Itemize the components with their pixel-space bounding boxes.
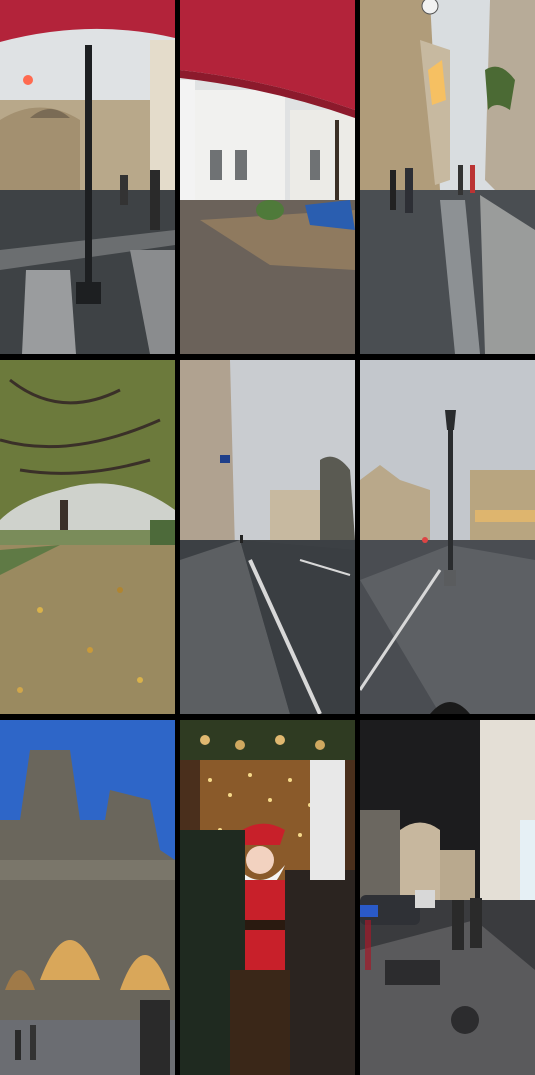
photo-notre-dame[interactable]: [0, 720, 175, 1075]
photo-autumn-park[interactable]: [0, 360, 175, 714]
photo-street-lamp[interactable]: [0, 0, 175, 354]
photo-night-street-image: [360, 720, 535, 1075]
photo-bridge-lamp[interactable]: [360, 360, 535, 714]
photo-courtyard[interactable]: [180, 0, 355, 354]
photo-autumn-park-image: [0, 360, 175, 714]
photo-street-lamp-image: [0, 0, 175, 354]
photo-narrow-street[interactable]: [360, 0, 535, 354]
photo-boulevard-image: [180, 360, 355, 714]
photo-santa-claus-image: [180, 720, 355, 1075]
photo-courtyard-image: [180, 0, 355, 354]
photo-narrow-street-image: [360, 0, 535, 354]
photo-collage: [0, 0, 535, 1075]
photo-santa-claus[interactable]: [180, 720, 355, 1075]
photo-boulevard[interactable]: [180, 360, 355, 714]
photo-night-street[interactable]: [360, 720, 535, 1075]
photo-bridge-lamp-image: [360, 360, 535, 714]
photo-notre-dame-image: [0, 720, 175, 1075]
